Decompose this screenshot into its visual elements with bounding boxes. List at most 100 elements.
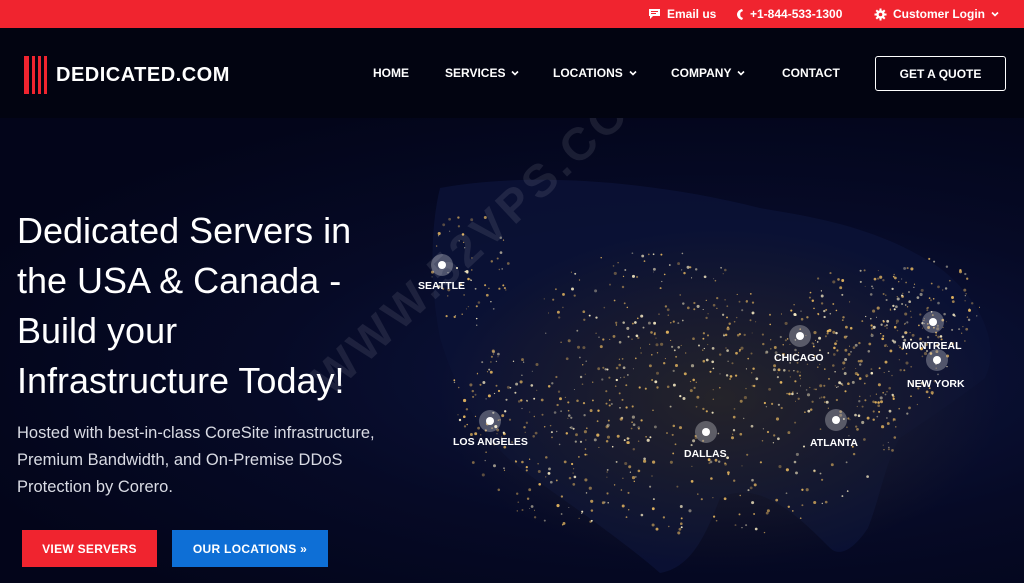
city-light	[851, 380, 855, 384]
city-light	[825, 308, 828, 311]
city-light	[909, 310, 912, 313]
view-servers-button[interactable]: VIEW SERVERS	[22, 530, 157, 567]
city-light	[640, 314, 644, 318]
city-light	[776, 372, 778, 374]
city-light	[870, 368, 873, 371]
city-light	[761, 333, 764, 336]
nav-locations[interactable]: LOCATIONS	[553, 66, 637, 80]
email-link[interactable]: Email us	[648, 0, 716, 28]
city-light	[898, 407, 901, 410]
city-light	[545, 456, 548, 459]
city-light	[560, 341, 562, 344]
city-light	[545, 332, 547, 334]
city-light	[780, 406, 783, 410]
city-light	[677, 262, 681, 266]
city-light	[556, 310, 560, 314]
city-light	[951, 328, 954, 331]
city-light	[672, 452, 675, 455]
phone-link[interactable]: +1-844-533-1300	[736, 0, 842, 28]
city-light	[619, 417, 623, 421]
customer-login-link[interactable]: Customer Login	[874, 0, 999, 28]
city-light	[895, 319, 899, 323]
city-light	[504, 410, 507, 413]
nav-contact[interactable]: CONTACT	[782, 66, 840, 80]
city-light	[733, 408, 736, 410]
city-light	[885, 294, 887, 296]
city-light	[481, 473, 485, 477]
city-light	[638, 427, 640, 430]
city-light	[777, 437, 780, 441]
city-light	[806, 393, 811, 397]
city-light	[611, 445, 614, 448]
city-light	[463, 415, 466, 419]
city-light	[793, 460, 797, 464]
city-light	[659, 287, 662, 290]
site-logo[interactable]: DEDICATED.COM	[24, 56, 230, 94]
city-light	[908, 300, 912, 304]
city-light	[882, 293, 885, 295]
city-light	[652, 253, 655, 256]
city-light	[640, 513, 644, 517]
city-light	[898, 359, 901, 361]
city-light	[492, 307, 495, 310]
city-light	[658, 313, 660, 316]
city-light	[628, 509, 630, 511]
get-a-quote-button[interactable]: GET A QUOTE	[875, 56, 1006, 91]
nav-services[interactable]: SERVICES	[445, 66, 520, 80]
city-light	[590, 499, 594, 503]
city-light	[688, 509, 692, 513]
city-light	[713, 278, 715, 280]
city-light	[826, 329, 830, 333]
city-light	[905, 281, 907, 284]
city-light	[596, 420, 599, 423]
city-light	[749, 319, 752, 322]
city-light	[696, 395, 700, 399]
city-light	[667, 314, 670, 317]
city-light	[681, 269, 683, 271]
city-light	[867, 350, 871, 353]
city-light	[877, 401, 880, 404]
city-light	[532, 435, 535, 438]
city-light	[477, 301, 481, 304]
city-light	[573, 475, 577, 479]
city-light	[632, 423, 636, 427]
city-light	[602, 338, 605, 341]
city-light	[884, 360, 888, 364]
city-light	[750, 352, 753, 355]
city-light	[570, 271, 572, 273]
city-light	[751, 301, 755, 304]
city-light	[496, 257, 499, 260]
city-light	[679, 505, 683, 508]
city-light	[788, 369, 791, 372]
city-light	[463, 425, 467, 428]
city-light	[625, 384, 628, 387]
city-light	[670, 339, 672, 341]
city-light	[937, 301, 940, 305]
nav-home[interactable]: HOME	[373, 66, 409, 80]
city-light	[572, 427, 575, 430]
city-light	[649, 343, 651, 345]
city-light	[620, 489, 623, 491]
city-light	[976, 315, 978, 317]
city-light	[882, 335, 885, 337]
city-light	[627, 335, 630, 338]
city-light	[581, 512, 583, 515]
nav-company[interactable]: COMPANY	[671, 66, 746, 80]
city-light	[751, 332, 753, 334]
city-light	[572, 472, 574, 474]
city-light	[624, 461, 628, 466]
city-light	[794, 348, 797, 352]
city-light	[493, 392, 496, 395]
city-light	[664, 305, 668, 308]
our-locations-button[interactable]: OUR LOCATIONS »	[172, 530, 328, 567]
city-light	[812, 345, 815, 348]
city-light	[618, 340, 622, 344]
city-light	[877, 277, 880, 280]
city-light	[927, 257, 931, 261]
city-light	[515, 382, 519, 386]
city-light	[799, 385, 802, 387]
city-light	[849, 419, 851, 421]
city-light	[799, 378, 801, 380]
city-light	[733, 320, 736, 323]
city-light	[809, 386, 811, 389]
